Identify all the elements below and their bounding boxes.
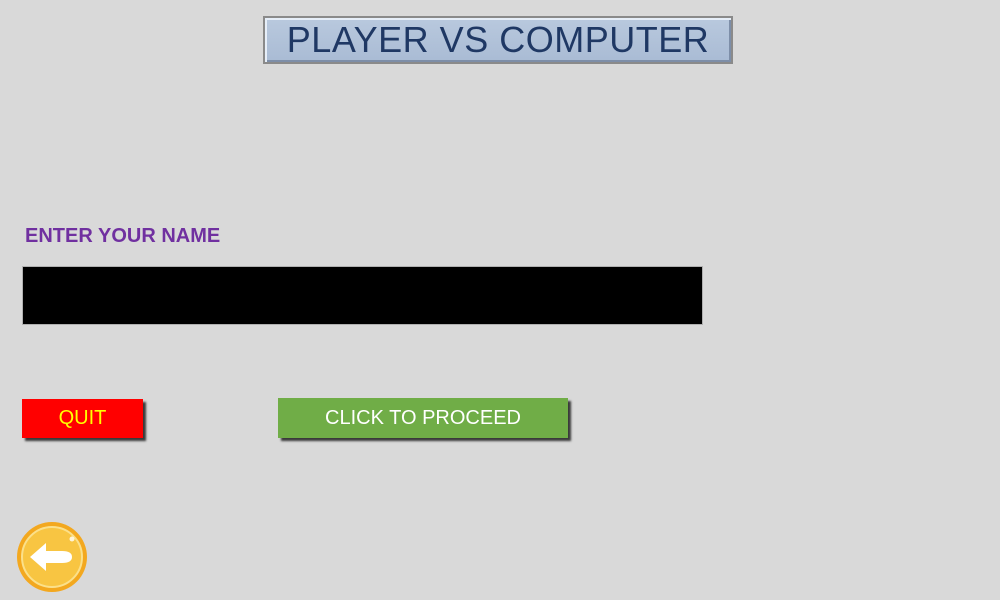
page-title: PLAYER VS COMPUTER (263, 16, 733, 64)
quit-button[interactable]: QUIT (22, 399, 143, 438)
back-arrow-icon (17, 522, 87, 592)
name-label: ENTER YOUR NAME (25, 225, 221, 247)
name-input[interactable] (22, 266, 703, 325)
back-button[interactable] (16, 521, 88, 593)
proceed-button[interactable]: CLICK TO PROCEED (278, 398, 568, 438)
